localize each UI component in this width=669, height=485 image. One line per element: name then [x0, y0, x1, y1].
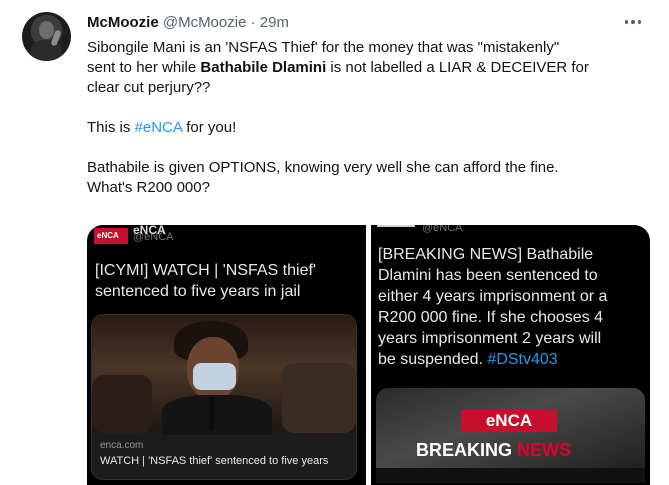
- breaking-news-label: BREAKING NEWS: [416, 440, 571, 461]
- headline-line: [ICYMI] WATCH | 'NSFAS thief': [95, 262, 316, 279]
- breaking-news-graphic: eNCA BREAKING NEWS: [376, 388, 645, 483]
- hashtag-link[interactable]: #eNCA: [135, 119, 183, 136]
- text-segment: This is: [87, 119, 135, 136]
- more-horizontal-icon[interactable]: [621, 12, 645, 32]
- media-image-right[interactable]: @eNCA [BREAKING NEWS] Bathabile Dlamini …: [371, 225, 650, 485]
- breaking-line: years imprisonment 2 years will: [378, 330, 602, 347]
- embedded-account-name-blur: [377, 225, 415, 227]
- link-card: enca.com WATCH | 'NSFAS thief' sentenced…: [91, 314, 357, 480]
- text-segment: sent to her while: [87, 59, 201, 76]
- embedded-account-handle: @eNCA: [422, 225, 463, 234]
- media-image-left[interactable]: eNCA eNCA @eNCA [ICYMI] WATCH | 'NSFAS t…: [87, 225, 366, 485]
- embedded-account: eNCA @eNCA: [133, 225, 174, 243]
- tweet-line-1: Sibongile Mani is an 'NSFAS Thief' for t…: [87, 39, 560, 56]
- breaking-line: either 4 years imprisonment or a: [378, 288, 608, 305]
- news-word: NEWS: [517, 440, 572, 460]
- breaking-line: R200 000 fine. If she chooses 4: [378, 309, 604, 326]
- enca-logo-large: eNCA: [461, 410, 557, 432]
- breaking-line: be suspended. #DStv403: [378, 349, 643, 370]
- headline-line: sentenced to five years in jail: [95, 283, 301, 300]
- embedded-account: @eNCA: [377, 225, 463, 234]
- breaking-line: [BREAKING NEWS] Bathabile: [378, 246, 594, 263]
- breaking-line: Dlamini has been sentenced to: [378, 267, 598, 284]
- text-segment: for you!: [182, 119, 237, 136]
- author-handle[interactable]: @McMoozie: [163, 14, 247, 31]
- tweet-line-3: clear cut perjury??: [87, 79, 211, 96]
- tweet-header: McMoozie @McMoozie · 29m: [87, 13, 289, 33]
- news-photo: [92, 315, 356, 435]
- text-segment: be suspended.: [378, 351, 488, 368]
- embedded-headline: [ICYMI] WATCH | 'NSFAS thief' sentenced …: [95, 260, 360, 302]
- timestamp[interactable]: 29m: [260, 14, 289, 31]
- tweet-paragraph-2: This is #eNCA for you!: [87, 118, 647, 138]
- bold-name: Bathabile Dlamini: [200, 59, 327, 76]
- embedded-account-name: eNCA: [133, 225, 166, 237]
- author-name[interactable]: McMoozie: [87, 14, 159, 31]
- breaking-word: BREAKING: [416, 440, 513, 460]
- embedded-hashtag: #DStv403: [487, 351, 558, 368]
- text-segment: is not labelled a LIAR & DECEIVER for: [326, 59, 589, 76]
- tweet-line-2: sent to her while Bathabile Dlamini is n…: [87, 58, 647, 78]
- embedded-breaking-text: [BREAKING NEWS] Bathabile Dlamini has be…: [378, 244, 643, 370]
- tweet-paragraph-3-line-1: Bathabile is given OPTIONS, knowing very…: [87, 159, 559, 176]
- link-caption: WATCH | 'NSFAS thief' sentenced to five …: [100, 455, 329, 467]
- separator-dot: ·: [250, 14, 256, 31]
- tweet[interactable]: McMoozie @McMoozie · 29m Sibongile Mani …: [0, 0, 669, 485]
- avatar[interactable]: [22, 12, 71, 61]
- link-domain: enca.com: [100, 440, 144, 451]
- enca-logo: eNCA: [94, 228, 128, 244]
- media-grid: eNCA eNCA @eNCA [ICYMI] WATCH | 'NSFAS t…: [87, 225, 650, 485]
- tweet-text: Sibongile Mani is an 'NSFAS Thief' for t…: [87, 38, 647, 198]
- tweet-paragraph-3-line-2: What's R200 000?: [87, 179, 210, 196]
